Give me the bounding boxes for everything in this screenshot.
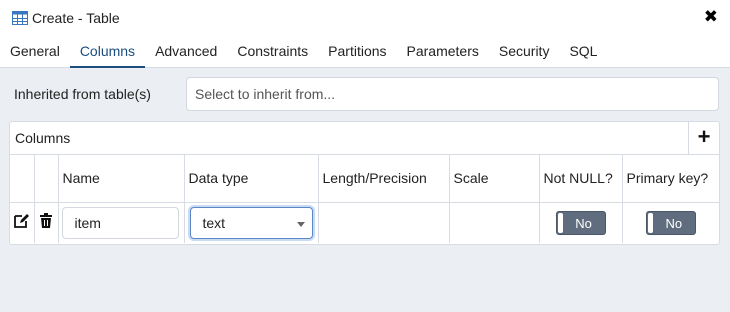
dialog-title: Create - Table [32, 10, 120, 26]
length-cell[interactable] [318, 202, 450, 243]
tab-columns[interactable]: Columns [69, 36, 146, 68]
dialog-titlebar: Create - Table ✖ [0, 0, 730, 36]
columns-table: Name Data type Length/Precision Scale No… [10, 155, 719, 243]
close-icon[interactable]: ✖ [704, 8, 718, 26]
grid-header: Columns + [10, 122, 719, 155]
column-header-data-type[interactable]: Data type [184, 155, 319, 203]
add-icon[interactable]: + [688, 122, 719, 154]
column-header-length[interactable]: Length/Precision [318, 155, 450, 203]
edit-column-header [10, 155, 35, 203]
inherit-label: Inherited from table(s) [14, 86, 151, 102]
delete-cell [34, 202, 59, 243]
scale-cell[interactable] [449, 202, 540, 243]
tab-constraints[interactable]: Constraints [227, 36, 318, 67]
tab-security[interactable]: Security [489, 36, 560, 67]
primary-key-cell: No [622, 202, 719, 243]
tab-parameters[interactable]: Parameters [397, 36, 489, 67]
primary-key-toggle-label: No [665, 215, 683, 231]
data-type-cell: text [184, 202, 319, 243]
edit-cell [10, 202, 35, 243]
column-header-scale[interactable]: Scale [449, 155, 540, 203]
columns-grid: Columns + Name Data type Length/Precisio… [9, 121, 720, 245]
not-null-toggle[interactable]: No [555, 210, 606, 235]
caret-down-icon [296, 221, 305, 227]
not-null-cell: No [539, 202, 623, 243]
tab-sql[interactable]: SQL [559, 36, 607, 67]
primary-key-toggle[interactable]: No [645, 210, 696, 235]
table-row: text No No [10, 202, 719, 243]
table-header-row: Name Data type Length/Precision Scale No… [10, 155, 719, 203]
column-header-not-null[interactable]: Not NULL? [539, 155, 623, 203]
trash-icon[interactable] [39, 213, 53, 232]
inherit-select-input[interactable] [186, 77, 719, 111]
name-cell [58, 202, 185, 243]
tab-partitions[interactable]: Partitions [318, 36, 396, 67]
column-header-name[interactable]: Name [58, 155, 185, 203]
edit-icon[interactable] [13, 214, 31, 232]
not-null-toggle-label: No [575, 215, 592, 231]
tab-general[interactable]: General [0, 36, 70, 67]
grid-title: Columns [15, 130, 71, 146]
table-icon [12, 11, 28, 25]
tab-advanced[interactable]: Advanced [145, 36, 227, 67]
data-type-select[interactable]: text [189, 206, 313, 239]
column-header-primary-key[interactable]: Primary key? [622, 155, 719, 203]
tab-bar: General Columns Advanced Constraints Par… [0, 36, 730, 68]
data-type-value: text [202, 214, 226, 231]
column-name-input[interactable] [61, 206, 179, 239]
delete-column-header [34, 155, 59, 203]
